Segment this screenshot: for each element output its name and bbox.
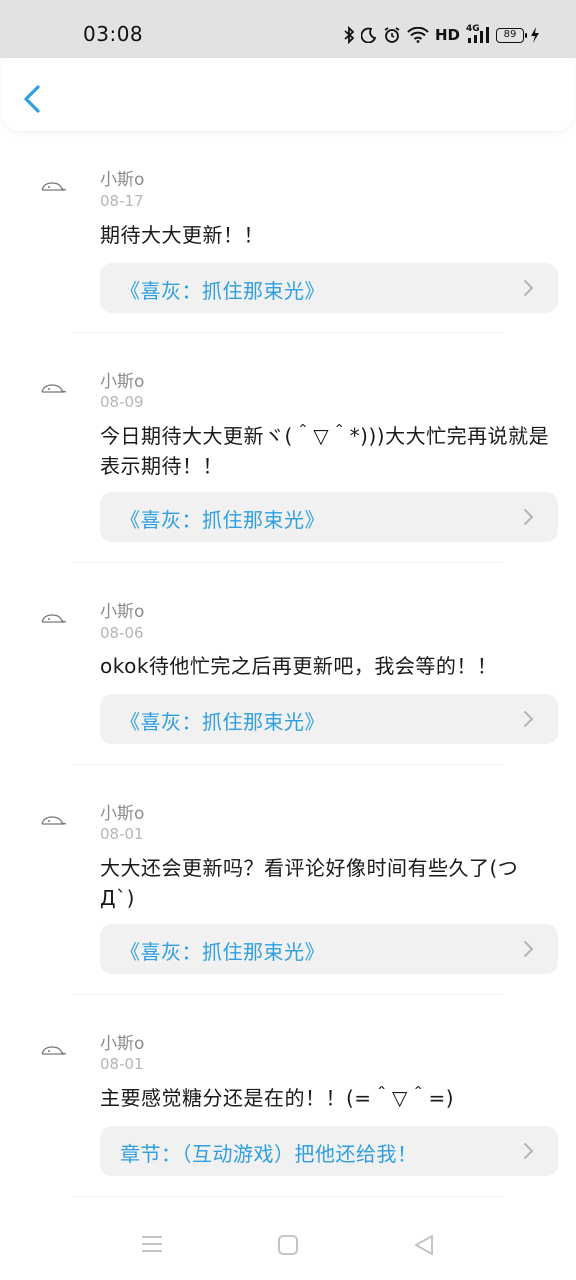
avatar	[41, 816, 67, 825]
work-link-card[interactable]: 《喜灰：抓住那束光》	[100, 263, 558, 313]
work-link-title: 《喜灰：抓住那束光》	[120, 940, 325, 964]
chapter-link-card[interactable]: 章节：（互动游戏）把他还给我！	[100, 1126, 558, 1176]
comment-item: 小斯o 08-01 大大还会更新吗？看评论好像时间有些久了(つД`) 《喜灰：抓…	[0, 765, 576, 995]
battery-icon: 89	[496, 27, 527, 43]
comment-text: 期待大大更新！！	[100, 223, 264, 247]
avatar	[41, 182, 67, 191]
chevron-left-icon[interactable]	[20, 84, 44, 114]
comment-username: 小斯o	[100, 1034, 145, 1054]
back-triangle-icon[interactable]	[413, 1234, 435, 1256]
system-nav-bar	[0, 1200, 576, 1280]
comment-text: 主要感觉糖分还是在的！！(=＾▽＾=)	[100, 1086, 455, 1110]
status-time: 03:08	[83, 22, 144, 46]
comment-date: 08-01	[100, 1055, 144, 1073]
work-link-title: 《喜灰：抓住那束光》	[120, 508, 325, 532]
comment-text: 今日期待大大更新ヾ(＾▽＾*)))大大忙完再说就是表示期待！！	[100, 424, 550, 478]
battery-level: 89	[503, 28, 517, 40]
comment-list: 小斯o 08-17 期待大大更新！！ 《喜灰：抓住那束光》 小斯o 08-09 …	[0, 131, 576, 1197]
alarm-icon	[384, 27, 400, 43]
comment-date: 08-09	[100, 393, 144, 411]
charging-icon	[531, 27, 539, 43]
bluetooth-icon	[344, 26, 355, 44]
work-link-card[interactable]: 《喜灰：抓住那束光》	[100, 924, 558, 974]
moon-icon	[360, 27, 377, 43]
comment-item: 小斯o 08-17 期待大大更新！！ 《喜灰：抓住那束光》	[0, 131, 576, 333]
comment-text: okok待他忙完之后再更新吧，我会等的！！	[100, 654, 498, 678]
status-bar: 03:08 HD 4G 89	[0, 0, 576, 58]
work-link-title: 《喜灰：抓住那束光》	[120, 710, 325, 734]
comment-text: 大大还会更新吗？看评论好像时间有些久了(つД`)	[100, 856, 519, 910]
chevron-right-icon	[524, 1143, 534, 1159]
comment-item: 小斯o 08-06 okok待他忙完之后再更新吧，我会等的！！ 《喜灰：抓住那束…	[0, 563, 576, 765]
4g-signal-icon: 4G	[466, 24, 490, 44]
comment-username: 小斯o	[100, 372, 145, 392]
comment-date: 08-17	[100, 192, 144, 210]
menu-icon[interactable]	[141, 1234, 163, 1254]
comment-item: 小斯o 08-01 主要感觉糖分还是在的！！(=＾▽＾=) 章节：（互动游戏）把…	[0, 995, 576, 1197]
avatar	[41, 384, 67, 393]
top-app-bar	[2, 58, 574, 131]
avatar	[41, 1046, 67, 1055]
wifi-icon	[407, 27, 429, 43]
comment-username: 小斯o	[100, 170, 145, 190]
chevron-right-icon	[524, 509, 534, 525]
home-square-icon[interactable]	[277, 1234, 299, 1256]
comment-date: 08-01	[100, 825, 144, 843]
status-icons: HD 4G 89	[343, 24, 540, 46]
chevron-right-icon	[524, 280, 534, 296]
divider	[72, 1196, 502, 1197]
work-link-title: 《喜灰：抓住那束光》	[120, 279, 325, 303]
comment-item: 小斯o 08-09 今日期待大大更新ヾ(＾▽＾*)))大大忙完再说就是表示期待！…	[0, 333, 576, 563]
chevron-right-icon	[524, 941, 534, 957]
comment-username: 小斯o	[100, 602, 145, 622]
comment-username: 小斯o	[100, 804, 145, 824]
chapter-link-title: 章节：（互动游戏）把他还给我！	[120, 1142, 418, 1166]
work-link-card[interactable]: 《喜灰：抓住那束光》	[100, 492, 558, 542]
hd-icon: HD	[434, 26, 460, 44]
chevron-right-icon	[524, 711, 534, 727]
work-link-card[interactable]: 《喜灰：抓住那束光》	[100, 694, 558, 744]
avatar	[41, 614, 67, 623]
comment-date: 08-06	[100, 624, 144, 642]
